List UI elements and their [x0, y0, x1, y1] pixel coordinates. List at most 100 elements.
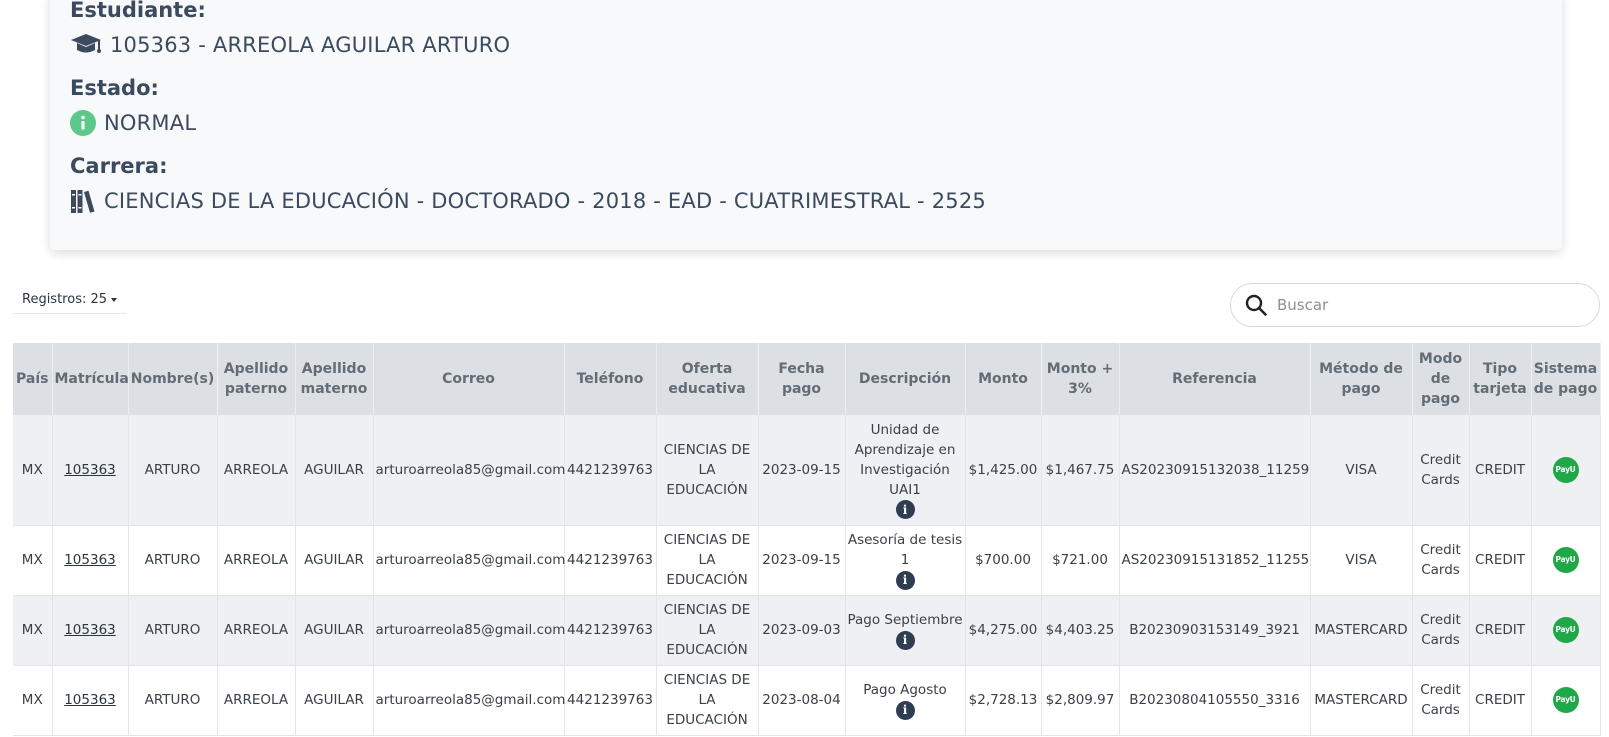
cell-sistema: PayU [1531, 415, 1601, 526]
cell-sistema: PayU [1531, 595, 1601, 666]
table-row: MX 105363 ARTURO ARREOLA AGUILAR arturoa… [13, 525, 1601, 596]
cell-materno: AGUILAR [295, 665, 374, 736]
cell-telefono: 4421239763 [564, 415, 657, 526]
search-input[interactable] [1277, 296, 1577, 314]
descripcion-text: Pago Agosto [863, 682, 947, 698]
cell-fecha: 2023-09-03 [758, 595, 846, 666]
cell-oferta: CIENCIAS DE LA EDUCACIÓN [656, 595, 759, 666]
cell-modo: Credit Cards [1412, 525, 1470, 596]
status-value: NORMAL [104, 111, 197, 135]
header-monto[interactable]: Monto [965, 343, 1042, 415]
header-correo[interactable]: Correo [373, 343, 565, 415]
cell-paterno: ARREOLA [217, 525, 296, 596]
cell-metodo: MASTERCARD [1310, 665, 1413, 736]
student-info-card: Estudiante: 105363 - ARREOLA AGUILAR ART… [50, 0, 1562, 250]
matricula-link[interactable]: 105363 [64, 692, 116, 708]
header-tipo-tarjeta[interactable]: Tipo tarjeta [1469, 343, 1532, 415]
matricula-link[interactable]: 105363 [64, 622, 116, 638]
cell-correo: arturoarreola85@gmail.com [373, 595, 565, 666]
cell-metodo: MASTERCARD [1310, 595, 1413, 666]
cell-metodo: VISA [1310, 415, 1413, 526]
payu-logo-text: PayU [1555, 625, 1576, 634]
cell-modo: Credit Cards [1412, 415, 1470, 526]
cell-correo: arturoarreola85@gmail.com [373, 525, 565, 596]
header-telefono[interactable]: Teléfono [564, 343, 657, 415]
cell-descripcion: Pago Agosto i [845, 665, 966, 736]
student-value-row: 105363 - ARREOLA AGUILAR ARTURO [70, 32, 510, 58]
payments-table-container: País Matrícula Nombre(s) Apellido patern… [13, 343, 1601, 736]
header-modo-pago[interactable]: Modo de pago [1412, 343, 1470, 415]
header-sistema-pago[interactable]: Sistema de pago [1531, 343, 1601, 415]
header-referencia[interactable]: Referencia [1119, 343, 1311, 415]
cell-tipo: CREDIT [1469, 595, 1532, 666]
payments-table: País Matrícula Nombre(s) Apellido patern… [13, 343, 1601, 736]
records-per-page-label: Registros: 25 [22, 292, 108, 307]
books-icon [70, 188, 96, 214]
cell-paterno: ARREOLA [217, 415, 296, 526]
search-box[interactable] [1230, 283, 1600, 327]
info-icon[interactable]: i [895, 570, 915, 590]
cell-paterno: ARREOLA [217, 595, 296, 666]
cell-telefono: 4421239763 [564, 595, 657, 666]
cell-monto: $4,275.00 [965, 595, 1042, 666]
info-circle-icon [70, 110, 96, 136]
header-apellido-paterno[interactable]: Apellido paterno [217, 343, 296, 415]
search-icon [1245, 294, 1267, 316]
cell-monto-3: $2,809.97 [1041, 665, 1120, 736]
cell-fecha: 2023-09-15 [758, 415, 846, 526]
cell-nombre: ARTURO [128, 415, 218, 526]
cell-pais: MX [13, 415, 53, 526]
cell-nombre: ARTURO [128, 595, 218, 666]
info-icon[interactable]: i [895, 630, 915, 650]
payu-logo-text: PayU [1555, 695, 1576, 704]
cell-matricula: 105363 [52, 665, 129, 736]
table-row: MX 105363 ARTURO ARREOLA AGUILAR arturoa… [13, 415, 1601, 526]
cell-tipo: CREDIT [1469, 525, 1532, 596]
cell-referencia: B20230903153149_3921 [1119, 595, 1311, 666]
cell-nombre: ARTURO [128, 665, 218, 736]
table-header-row: País Matrícula Nombre(s) Apellido patern… [13, 343, 1601, 415]
cell-monto-3: $721.00 [1041, 525, 1120, 596]
status-label: Estado: [70, 76, 159, 100]
student-value: 105363 - ARREOLA AGUILAR ARTURO [110, 33, 511, 57]
records-per-page-dropdown[interactable]: Registros: 25 [12, 286, 128, 314]
cell-referencia: AS20230915131852_11255 [1119, 525, 1311, 596]
descripcion-text: Pago Septiembre [847, 612, 963, 628]
header-oferta-educativa[interactable]: Oferta educativa [656, 343, 759, 415]
payu-logo-icon: PayU [1552, 617, 1579, 643]
cell-monto: $700.00 [965, 525, 1042, 596]
cell-monto-3: $1,467.75 [1041, 415, 1120, 526]
cell-fecha: 2023-08-04 [758, 665, 846, 736]
header-descripcion[interactable]: Descripción [845, 343, 966, 415]
table-row: MX 105363 ARTURO ARREOLA AGUILAR arturoa… [13, 595, 1601, 666]
payu-logo-icon: PayU [1552, 687, 1579, 713]
cell-descripcion: Asesoría de tesis 1i [845, 525, 966, 596]
cell-sistema: PayU [1531, 525, 1601, 596]
career-value-row: CIENCIAS DE LA EDUCACIÓN - DOCTORADO - 2… [70, 188, 986, 214]
cell-modo: Credit Cards [1412, 665, 1470, 736]
student-label: Estudiante: [70, 0, 206, 22]
cell-materno: AGUILAR [295, 525, 374, 596]
matricula-link[interactable]: 105363 [64, 462, 116, 478]
cell-descripcion: Unidad de Aprendizaje en Investigación U… [845, 415, 966, 526]
header-pais[interactable]: País [13, 343, 53, 415]
header-nombres[interactable]: Nombre(s) [128, 343, 218, 415]
cell-tipo: CREDIT [1469, 415, 1532, 526]
cell-descripcion: Pago Septiembre i [845, 595, 966, 666]
header-fecha-pago[interactable]: Fecha pago [758, 343, 846, 415]
cell-matricula: 105363 [52, 525, 129, 596]
payu-logo-icon: PayU [1552, 456, 1579, 483]
cell-paterno: ARREOLA [217, 665, 296, 736]
caret-down-icon [111, 297, 118, 302]
header-apellido-materno[interactable]: Apellido materno [295, 343, 374, 415]
cell-telefono: 4421239763 [564, 525, 657, 596]
header-monto-3[interactable]: Monto + 3% [1041, 343, 1120, 415]
info-icon[interactable]: i [895, 500, 915, 520]
header-matricula[interactable]: Matrícula [52, 343, 129, 415]
header-metodo-pago[interactable]: Método de pago [1310, 343, 1413, 415]
matricula-link[interactable]: 105363 [64, 552, 116, 568]
info-icon[interactable]: i [895, 700, 915, 720]
cell-nombre: ARTURO [128, 525, 218, 596]
descripcion-text: Asesoría de tesis 1 [847, 532, 963, 568]
cell-matricula: 105363 [52, 415, 129, 526]
